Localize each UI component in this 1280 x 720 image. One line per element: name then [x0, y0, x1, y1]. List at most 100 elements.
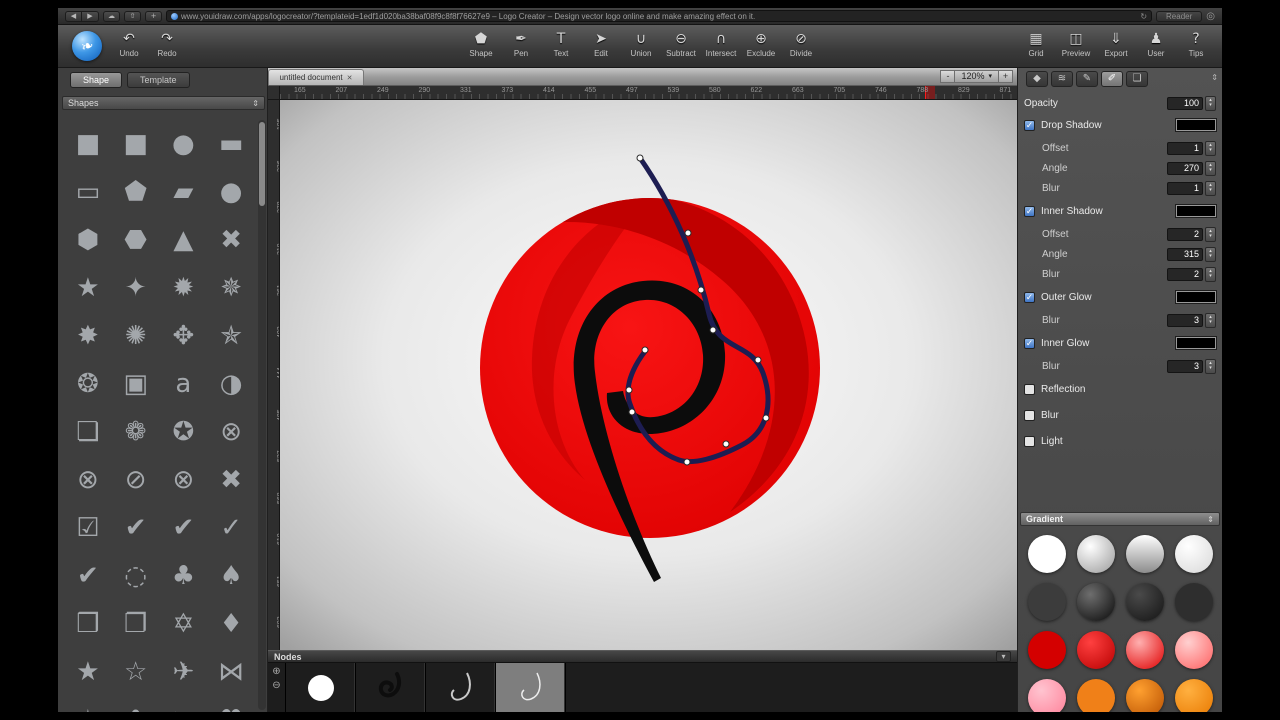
- shape-heptagon[interactable]: ⬣: [112, 216, 160, 264]
- param-stepper[interactable]: ▴▾: [1205, 141, 1216, 156]
- shape-circle-check-filled[interactable]: ✔: [112, 504, 160, 552]
- shape-tool[interactable]: ⬟Shape: [461, 30, 501, 58]
- union-tool[interactable]: ∪Union: [621, 30, 661, 58]
- youidraw-logo[interactable]: ❧: [72, 31, 102, 61]
- shape-diamond[interactable]: ♦: [207, 600, 255, 648]
- shape-check[interactable]: ✔: [160, 504, 208, 552]
- param-value[interactable]: 1: [1167, 142, 1203, 155]
- shape-cross-x[interactable]: ✖: [207, 456, 255, 504]
- scroll-arrows-icon[interactable]: ⇕: [252, 99, 259, 108]
- shape-trefoil[interactable]: ✥: [160, 312, 208, 360]
- pen-tool[interactable]: ✒Pen: [501, 30, 541, 58]
- thumb-path[interactable]: [426, 663, 496, 712]
- shape-circle-cross[interactable]: ⊗: [207, 408, 255, 456]
- shape-star-5[interactable]: ★: [64, 264, 112, 312]
- scrollbar-thumb[interactable]: [259, 122, 265, 206]
- checkbox-blur[interactable]: [1024, 410, 1035, 421]
- shape-bar[interactable]: ▭: [64, 168, 112, 216]
- brush-tab[interactable]: ✎: [1076, 71, 1098, 87]
- new-tab-button[interactable]: +: [145, 11, 162, 22]
- zoom-in-button[interactable]: +: [998, 70, 1013, 83]
- gradient-swatch-red-glow[interactable]: [1120, 626, 1169, 674]
- stepper-down-icon[interactable]: ▾: [1209, 148, 1212, 153]
- shape-pentagon[interactable]: ⬟: [112, 168, 160, 216]
- shape-pill[interactable]: ▰: [160, 168, 208, 216]
- nodes-bar[interactable]: Nodes ▾: [268, 650, 1017, 663]
- shape-club[interactable]: ♣: [160, 552, 208, 600]
- stepper-down-icon[interactable]: ▾: [1209, 188, 1212, 193]
- shape-star-6[interactable]: ✶: [64, 696, 112, 712]
- param-value[interactable]: 3: [1167, 314, 1203, 327]
- shape-circle-dashed[interactable]: ◌: [112, 552, 160, 600]
- back-button[interactable]: ◀: [65, 11, 82, 22]
- shape-hexagon[interactable]: ⬢: [64, 216, 112, 264]
- zoom-out-button[interactable]: -: [940, 70, 955, 83]
- redo-button[interactable]: ↷ Redo: [148, 30, 186, 58]
- gradient-swatch-red-solid[interactable]: [1022, 626, 1071, 674]
- shape-ellipse[interactable]: ●: [207, 168, 255, 216]
- export-tool[interactable]: ⇓Export: [1096, 30, 1136, 58]
- shape-star-slim[interactable]: ✯: [207, 312, 255, 360]
- param-stepper[interactable]: ▴▾: [1205, 267, 1216, 282]
- checkbox-reflection[interactable]: [1024, 384, 1035, 395]
- sidebar-scrollbar[interactable]: [258, 120, 266, 710]
- gradient-swatch-black-radial[interactable]: [1071, 578, 1120, 626]
- shape-gear-flower[interactable]: ❁: [112, 408, 160, 456]
- document-tab[interactable]: ❏: [1126, 71, 1148, 87]
- subtract-tool[interactable]: ⊖Subtract: [661, 30, 701, 58]
- param-value[interactable]: 3: [1167, 360, 1203, 373]
- param-stepper[interactable]: ▴▾: [1205, 359, 1216, 374]
- remove-layer-button[interactable]: ⊖: [272, 680, 280, 691]
- param-stepper[interactable]: ▴▾: [1205, 227, 1216, 242]
- shape-circle-x[interactable]: ⊗: [64, 456, 112, 504]
- nodes-collapse-icon[interactable]: ▾: [996, 651, 1011, 662]
- shape-heart[interactable]: ♥: [207, 696, 255, 712]
- color-swatch[interactable]: [1176, 119, 1216, 131]
- gradient-swatch-white-gray-radial[interactable]: [1071, 530, 1120, 578]
- gradient-swatch-orange-dark-radial[interactable]: [1120, 674, 1169, 712]
- shape-rounded-square[interactable]: ■: [64, 120, 112, 168]
- param-value[interactable]: 2: [1167, 228, 1203, 241]
- color-swatch[interactable]: [1176, 205, 1216, 217]
- undo-button[interactable]: ↶ Undo: [110, 30, 148, 58]
- shape-badge-star[interactable]: ✪: [160, 408, 208, 456]
- shape-seal[interactable]: ❂: [64, 360, 112, 408]
- stepper-down-icon[interactable]: ▾: [1209, 320, 1212, 325]
- gradient-swatch-dark-radial[interactable]: [1120, 578, 1169, 626]
- stepper-down-icon[interactable]: ▾: [1209, 274, 1212, 279]
- url-bar[interactable]: www.youidraw.com/apps/logocreator/?templ…: [166, 10, 1152, 22]
- exclude-tool[interactable]: ⊕Exclude: [741, 30, 781, 58]
- shape-cube[interactable]: ❒: [64, 600, 112, 648]
- shape-star-of-david[interactable]: ✡: [160, 600, 208, 648]
- shape-triangle[interactable]: ▲: [160, 216, 208, 264]
- shape-sparkle[interactable]: ✦: [112, 264, 160, 312]
- intersect-tool[interactable]: ∩Intersect: [701, 30, 741, 58]
- document-tab[interactable]: untitled document ✕: [268, 69, 364, 85]
- param-stepper[interactable]: ▴▾: [1205, 313, 1216, 328]
- curves-tab[interactable]: ≋: [1051, 71, 1073, 87]
- shape-burst-12[interactable]: ✵: [207, 264, 255, 312]
- shape-burst-8[interactable]: ✹: [160, 264, 208, 312]
- shape-flower[interactable]: ✿: [112, 696, 160, 712]
- thumb-current[interactable]: [496, 663, 566, 712]
- fill-tab[interactable]: ◆: [1026, 71, 1048, 87]
- shapes-header[interactable]: Shapes ⇕: [62, 96, 265, 110]
- thumb-circle[interactable]: [286, 663, 356, 712]
- shape-rectangle[interactable]: ▬: [207, 120, 255, 168]
- gradient-swatch-red-radial[interactable]: [1071, 626, 1120, 674]
- checkbox-outer-glow[interactable]: ✓: [1024, 292, 1035, 303]
- opacity-value[interactable]: 100: [1167, 97, 1203, 110]
- gradient-swatch-orange-radial[interactable]: [1169, 674, 1218, 712]
- param-stepper[interactable]: ▴▾: [1205, 247, 1216, 262]
- canvas[interactable]: [280, 100, 1017, 650]
- param-stepper[interactable]: ▴▾: [1205, 161, 1216, 176]
- reader-button[interactable]: Reader: [1156, 11, 1202, 22]
- checkbox-inner-glow[interactable]: ✓: [1024, 338, 1035, 349]
- stepper-down-icon[interactable]: ▾: [1209, 234, 1212, 239]
- shape-circle-x-filled[interactable]: ⊗: [160, 456, 208, 504]
- share-icon[interactable]: ⇧: [124, 11, 141, 22]
- gradient-swatch-charcoal-solid[interactable]: [1169, 578, 1218, 626]
- opacity-stepper[interactable]: ▴▾: [1205, 96, 1216, 111]
- shape-check-bold[interactable]: ✔: [64, 552, 112, 600]
- shape-star-outline[interactable]: ☆: [112, 648, 160, 696]
